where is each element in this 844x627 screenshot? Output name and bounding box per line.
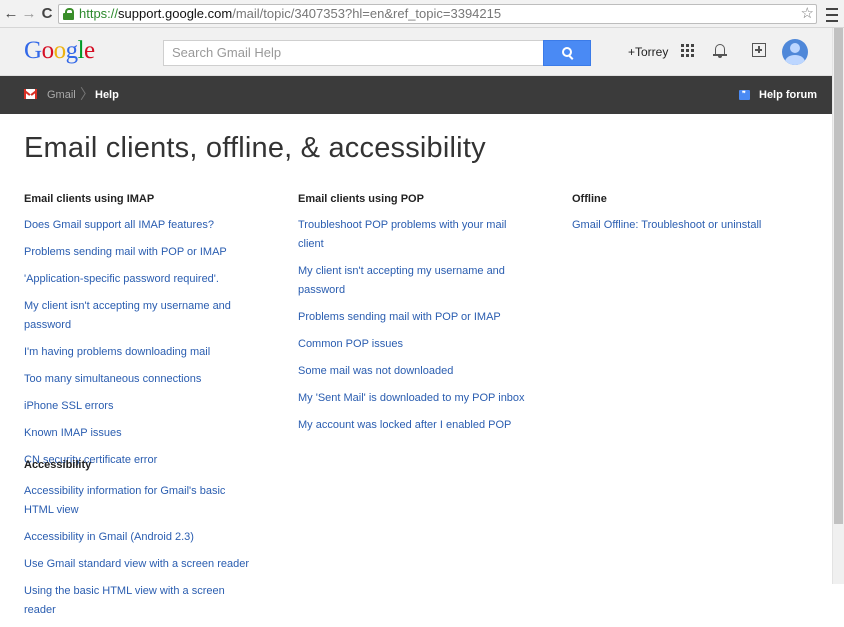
help-article-link[interactable]: Problems sending mail with POP or IMAP <box>298 311 501 323</box>
list-item: Problems sending mail with POP or IMAP <box>298 307 534 326</box>
lock-icon <box>63 8 74 20</box>
breadcrumb-gmail[interactable]: Gmail <box>47 88 76 102</box>
logo-letter: e <box>84 37 95 64</box>
list-item: Use Gmail standard view with a screen re… <box>24 554 256 573</box>
url-text: https://support.google.com/mail/topic/34… <box>79 5 501 23</box>
search-input[interactable]: Search Gmail Help <box>163 40 544 66</box>
share-plus-icon[interactable] <box>752 43 766 57</box>
logo-letter: g <box>65 37 79 64</box>
url-scheme: https:// <box>79 6 119 21</box>
help-article-link[interactable]: Known IMAP issues <box>24 427 122 439</box>
help-article-link[interactable]: My 'Sent Mail' is downloaded to my POP i… <box>298 392 525 404</box>
user-profile-link[interactable]: +Torrey <box>628 45 668 59</box>
address-bar[interactable]: https://support.google.com/mail/topic/34… <box>58 4 817 24</box>
list-item: 'Application-specific password required'… <box>24 269 256 288</box>
section-heading: Email clients using POP <box>298 193 424 205</box>
logo-letter: G <box>24 37 42 64</box>
list-item: Troubleshoot POP problems with your mail… <box>298 215 534 253</box>
gmail-icon[interactable] <box>23 89 38 99</box>
link-list: Troubleshoot POP problems with your mail… <box>298 215 534 434</box>
forum-quote-icon[interactable]: ❞ <box>739 90 750 100</box>
page-title: Email clients, offline, & accessibility <box>24 132 486 164</box>
search-button[interactable] <box>543 40 591 66</box>
star-icon[interactable]: ☆ <box>801 5 814 23</box>
help-article-link[interactable]: I'm having problems downloading mail <box>24 346 210 358</box>
section-heading: Email clients using IMAP <box>24 193 155 205</box>
list-item: Accessibility information for Gmail's ba… <box>24 481 256 519</box>
breadcrumb-bar: Gmail 〉 Help ❞ Help forum <box>0 76 832 114</box>
forward-arrow-icon[interactable]: → <box>20 4 38 24</box>
link-list: Gmail Offline: Troubleshoot or uninstall <box>572 215 812 234</box>
url-path: /mail/topic/3407353?hl=en&ref_topic=3394… <box>232 6 502 21</box>
help-article-link[interactable]: My account was locked after I enabled PO… <box>298 419 511 431</box>
reload-icon[interactable]: C <box>38 4 56 24</box>
section-heading: Accessibility <box>24 459 92 471</box>
section-pop: Email clients using POP Troubleshoot POP… <box>298 192 534 442</box>
forum-icon-glyph: ❞ <box>742 91 746 98</box>
url-host: support.google.com <box>118 6 233 21</box>
logo-letter: o <box>41 37 55 64</box>
google-logo[interactable]: Google <box>24 37 95 65</box>
help-article-link[interactable]: Accessibility information for Gmail's ba… <box>24 485 225 516</box>
list-item: My 'Sent Mail' is downloaded to my POP i… <box>298 388 534 407</box>
section-imap: Email clients using IMAP Does Gmail supp… <box>24 192 256 477</box>
help-article-link[interactable]: Troubleshoot POP problems with your mail… <box>298 219 506 250</box>
avatar-icon[interactable] <box>782 39 808 65</box>
list-item: My account was locked after I enabled PO… <box>298 415 534 434</box>
site-header: Google Search Gmail Help +Torrey <box>0 28 832 76</box>
list-item: I'm having problems downloading mail <box>24 342 256 361</box>
page-scrollbar[interactable] <box>832 28 844 584</box>
breadcrumb-help[interactable]: Help <box>95 88 119 102</box>
help-article-link[interactable]: Common POP issues <box>298 338 403 350</box>
help-forum-link[interactable]: Help forum <box>759 88 817 102</box>
section-offline: Offline Gmail Offline: Troubleshoot or u… <box>572 192 812 242</box>
help-article-link[interactable]: Too many simultaneous connections <box>24 373 201 385</box>
help-article-link[interactable]: My client isn't accepting my username an… <box>24 300 231 331</box>
list-item: My client isn't accepting my username an… <box>24 296 256 334</box>
help-article-link[interactable]: Some mail was not downloaded <box>298 365 453 377</box>
bell-icon[interactable] <box>713 43 727 59</box>
browser-toolbar: ← → C https://support.google.com/mail/to… <box>0 0 844 28</box>
list-item: Known IMAP issues <box>24 423 256 442</box>
breadcrumb-separator: 〉 <box>80 86 94 102</box>
help-article-link[interactable]: My client isn't accepting my username an… <box>298 265 505 296</box>
list-item: Too many simultaneous connections <box>24 369 256 388</box>
help-article-link[interactable]: Does Gmail support all IMAP features? <box>24 219 214 231</box>
apps-grid-icon[interactable] <box>681 44 695 58</box>
section-heading: Offline <box>572 193 607 205</box>
section-accessibility: Accessibility Accessibility information … <box>24 458 256 627</box>
help-article-link[interactable]: Gmail Offline: Troubleshoot or uninstall <box>572 219 761 231</box>
logo-letter: o <box>53 37 67 64</box>
help-article-link[interactable]: iPhone SSL errors <box>24 400 113 412</box>
list-item: Some mail was not downloaded <box>298 361 534 380</box>
search-icon <box>562 47 574 60</box>
menu-icon[interactable] <box>826 4 838 24</box>
list-item: Does Gmail support all IMAP features? <box>24 215 256 234</box>
link-list: Accessibility information for Gmail's ba… <box>24 481 256 619</box>
help-article-link[interactable]: Problems sending mail with POP or IMAP <box>24 246 227 258</box>
link-list: Does Gmail support all IMAP features? Pro… <box>24 215 256 469</box>
scrollbar-thumb[interactable] <box>834 28 843 524</box>
list-item: My client isn't accepting my username an… <box>298 261 534 299</box>
help-article-link[interactable]: Use Gmail standard view with a screen re… <box>24 558 249 570</box>
list-item: Common POP issues <box>298 334 534 353</box>
help-article-link[interactable]: Accessibility in Gmail (Android 2.3) <box>24 531 194 543</box>
list-item: Gmail Offline: Troubleshoot or uninstall <box>572 215 812 234</box>
help-article-link[interactable]: Using the basic HTML view with a screen … <box>24 585 225 616</box>
list-item: Accessibility in Gmail (Android 2.3) <box>24 527 256 546</box>
list-item: Problems sending mail with POP or IMAP <box>24 242 256 261</box>
list-item: Using the basic HTML view with a screen … <box>24 581 256 619</box>
list-item: iPhone SSL errors <box>24 396 256 415</box>
back-arrow-icon[interactable]: ← <box>2 4 20 24</box>
help-article-link[interactable]: 'Application-specific password required'… <box>24 273 219 285</box>
